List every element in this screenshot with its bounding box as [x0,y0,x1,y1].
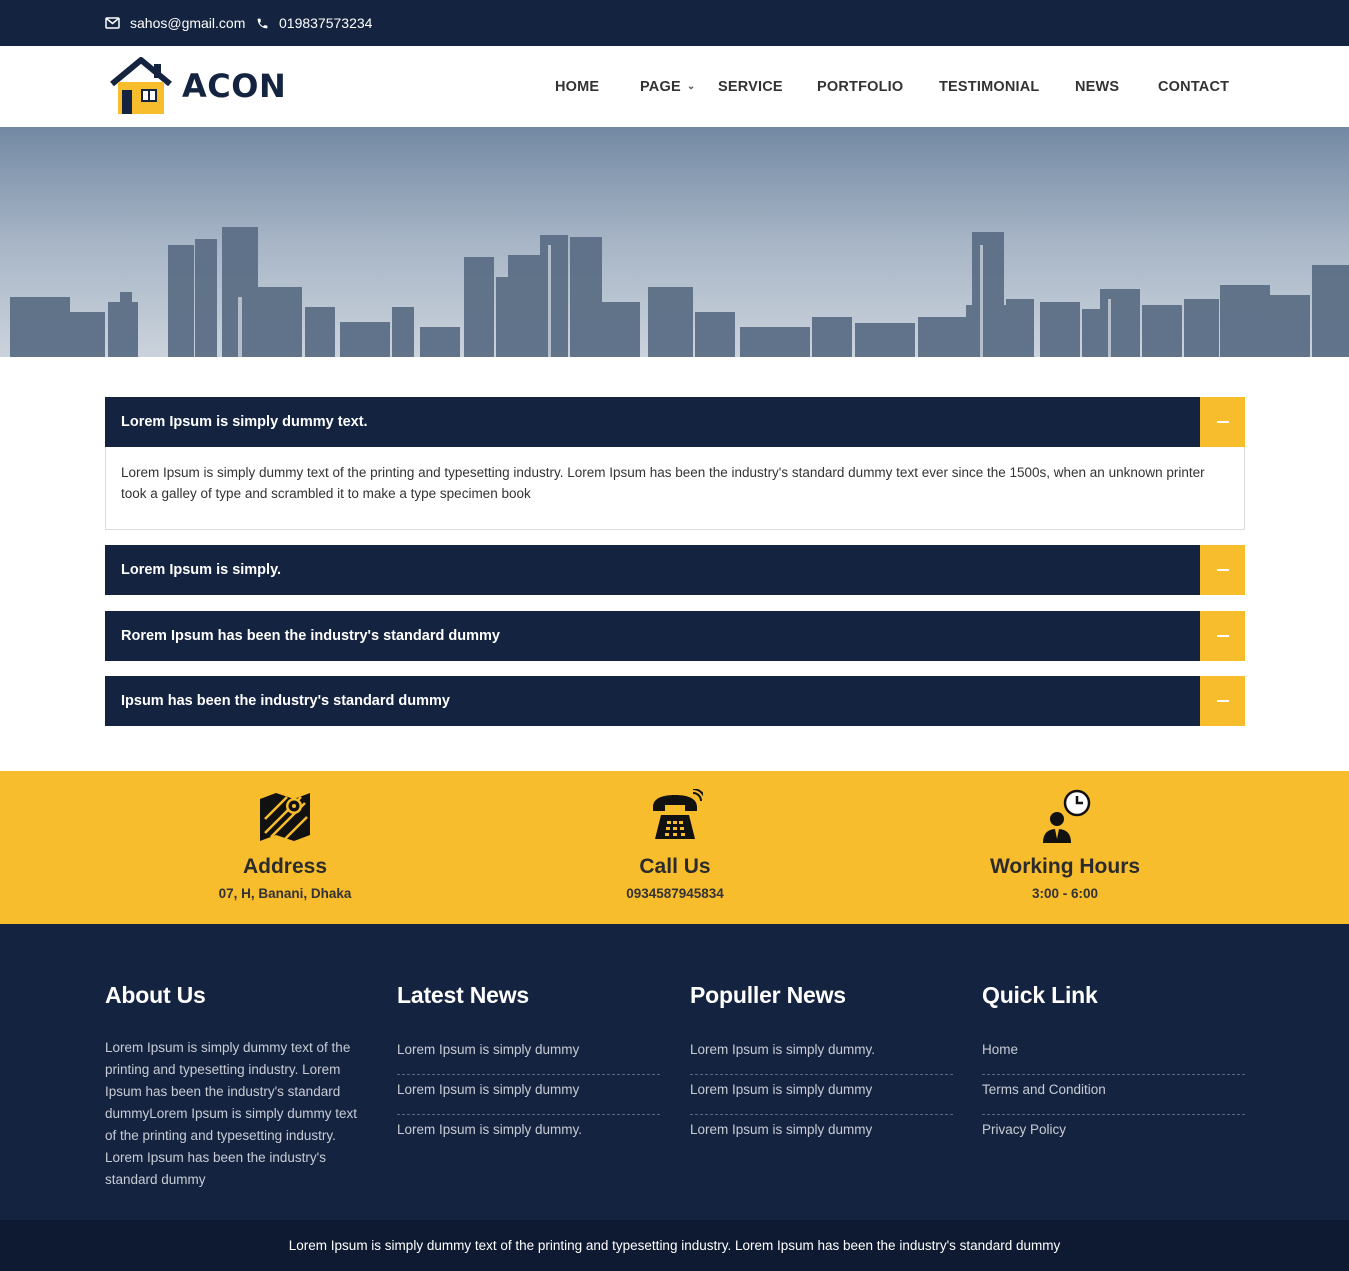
accordion-header[interactable]: Ipsum has been the industry's standard d… [105,676,1245,726]
nav-testimonial[interactable]: TESTIMONIAL [939,46,1039,127]
accordion-header[interactable]: Rorem Ipsum has been the industry's stan… [105,611,1245,661]
nav-page[interactable]: PAGE ⌄ [640,46,695,127]
nav-service[interactable]: SERVICE [718,46,783,127]
nav-contact[interactable]: CONTACT [1158,46,1229,127]
envelope-icon [105,17,120,29]
clock-person-icon [1043,789,1091,843]
footer-heading: Quick Link [982,982,1098,1008]
footer-latest-news: Latest News Lorem Ipsum is simply dummy … [397,982,660,1155]
topbar-email[interactable]: sahos@gmail.com [105,0,245,46]
minus-icon [1216,700,1229,702]
footer-about: About Us Lorem Ipsum is simply dummy tex… [105,982,368,1191]
accordion-toggle-button[interactable] [1200,545,1245,595]
contact-title: Address [242,855,328,878]
footer-link[interactable]: Lorem Ipsum is simply dummy [690,1115,953,1155]
footer-heading: Latest News [397,982,530,1008]
chevron-down-icon: ⌄ [686,81,696,92]
nav-portfolio[interactable]: PORTFOLIO [817,46,903,127]
footer-about-text: Lorem Ipsum is simply dummy text of the … [105,1040,358,1187]
footer-link[interactable]: Lorem Ipsum is simply dummy. [397,1115,660,1155]
site-header: ACON HOME PAGE ⌄ SERVICE PORTFOLIO TESTI… [0,46,1349,127]
footer-popular-news: Populler News Lorem Ipsum is simply dumm… [690,982,953,1155]
copyright-text: Lorem Ipsum is simply dummy text of the … [288,1238,1061,1253]
accordion-header[interactable]: Lorem Ipsum is simply. [105,545,1245,595]
contact-title: Working Hours [989,855,1141,878]
nav-page-label: PAGE [640,78,681,95]
footer-link-terms[interactable]: Terms and Condition [982,1075,1245,1115]
footer-link[interactable]: Lorem Ipsum is simply dummy [397,1035,660,1075]
contact-text: 0934587945834 [626,886,724,901]
accordion-title: Lorem Ipsum is simply. [121,562,282,578]
footer-heading: Populler News [690,982,846,1008]
accordion-title: Ipsum has been the industry's standard d… [121,693,450,709]
footer-link-home[interactable]: Home [982,1035,1245,1075]
accordion-body: Lorem Ipsum is simply dummy text of the … [105,447,1245,530]
footer-link[interactable]: Lorem Ipsum is simply dummy [397,1075,660,1115]
footer-link[interactable]: Lorem Ipsum is simply dummy [690,1075,953,1115]
minus-icon [1216,421,1229,423]
contact-text: 07, H, Banani, Dhaka [218,886,352,901]
accordion-title: Rorem Ipsum has been the industry's stan… [121,628,500,644]
topbar-phone[interactable]: 019837573234 [256,0,372,46]
site-footer: About Us Lorem Ipsum is simply dummy tex… [0,924,1349,1220]
footer-quick-link: Quick Link Home Terms and Condition Priv… [982,982,1245,1155]
hero-banner [0,127,1349,357]
footer-heading: About Us [105,982,206,1008]
city-skyline-image [0,127,1349,357]
accordion-toggle-button[interactable] [1200,611,1245,661]
top-bar: sahos@gmail.com 019837573234 [0,0,1349,46]
phone-icon [257,18,268,28]
accordion-toggle-button[interactable] [1200,676,1245,726]
topbar-email-text: sahos@gmail.com [130,15,246,31]
contact-title: Call Us [639,855,711,878]
minus-icon [1216,635,1229,637]
telephone-icon [653,789,703,839]
minus-icon [1216,569,1229,571]
contact-info-strip: Address 07, H, Banani, Dhaka Call Us 093… [0,771,1349,924]
contact-text: 3:00 - 6:00 [1031,886,1099,901]
topbar-phone-text: 019837573234 [279,15,373,31]
main-nav: HOME PAGE ⌄ SERVICE PORTFOLIO TESTIMONIA… [0,46,1349,127]
map-icon [260,793,310,841]
accordion-header[interactable]: Lorem Ipsum is simply dummy text. [105,397,1245,447]
copyright-bar: Lorem Ipsum is simply dummy text of the … [0,1220,1349,1271]
footer-link[interactable]: Lorem Ipsum is simply dummy. [690,1035,953,1075]
accordion-toggle-button[interactable] [1200,397,1245,447]
footer-link-privacy[interactable]: Privacy Policy [982,1115,1245,1155]
nav-news[interactable]: NEWS [1075,46,1119,127]
accordion-title: Lorem Ipsum is simply dummy text. [121,414,368,430]
nav-home[interactable]: HOME [555,46,599,127]
